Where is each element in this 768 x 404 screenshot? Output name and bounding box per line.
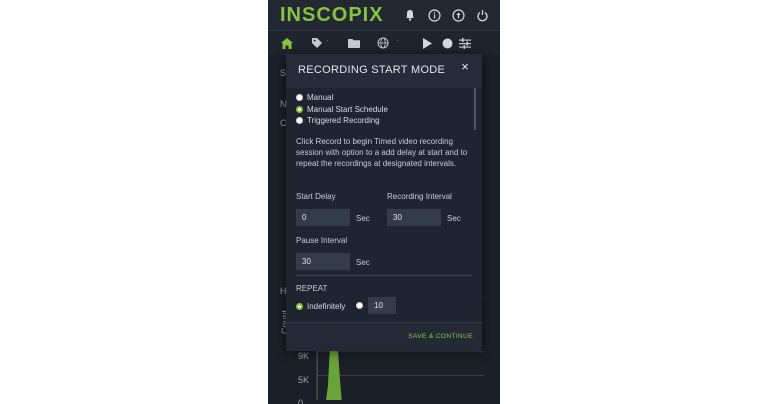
folder-icon[interactable] [347, 36, 361, 50]
pause-interval-label: Pause Interval [296, 236, 348, 245]
repeat-count-option[interactable] [356, 302, 363, 309]
radio-manual[interactable] [296, 94, 303, 101]
pause-interval-input[interactable]: 30 [296, 253, 350, 270]
dialog-header: RECORDING START MODE × [286, 54, 482, 88]
home-icon[interactable] [280, 36, 294, 50]
recording-interval-label: Recording Interval [387, 192, 452, 201]
sliders-icon[interactable] [458, 36, 472, 50]
mode-label: Triggered Recording [307, 116, 380, 125]
mode-description: Click Record to begin Timed video record… [296, 137, 468, 168]
top-bar: INSCOPIX [268, 0, 500, 30]
close-button[interactable]: × [457, 59, 473, 75]
recording-interval-input[interactable]: 30 [387, 209, 441, 226]
start-delay-input[interactable]: 0 [296, 209, 350, 226]
repeat-indefinitely-label: Indefinitely [307, 302, 346, 311]
globe-icon[interactable] [376, 36, 390, 50]
play-icon[interactable] [420, 36, 434, 50]
start-delay-label: Start Delay [296, 192, 336, 201]
radio-manual-start-schedule[interactable] [296, 106, 303, 113]
radio-repeat-count[interactable] [356, 302, 363, 309]
divider [296, 275, 472, 276]
mode-option-triggered-recording[interactable]: Triggered Recording [296, 116, 380, 125]
upload-icon[interactable] [450, 7, 466, 23]
info-icon[interactable] [426, 7, 442, 23]
pause-interval-unit: Sec [356, 258, 370, 267]
mode-option-manual-start-schedule[interactable]: Manual Start Schedule [296, 105, 388, 114]
repeat-count-input[interactable]: 10 [368, 297, 396, 314]
record-icon[interactable] [440, 36, 454, 50]
inscopix-logo: INSCOPIX [280, 4, 384, 26]
start-delay-unit: Sec [356, 214, 370, 223]
dropdown-dots: · [326, 35, 330, 46]
repeat-title: REPEAT [296, 284, 328, 293]
toolbar: · · [268, 30, 500, 55]
mode-options: Manual Manual Start Schedule Triggered R… [286, 88, 476, 130]
tag-icon[interactable] [310, 36, 324, 50]
dialog-body: Manual Manual Start Schedule Triggered R… [286, 88, 482, 322]
mode-label: Manual Start Schedule [307, 105, 388, 114]
power-icon[interactable] [474, 7, 490, 23]
dialog-title: RECORDING START MODE [298, 64, 446, 76]
dialog-footer: SAVE & CONTINUE [286, 322, 482, 351]
recording-start-mode-dialog: RECORDING START MODE × Manual Manual Sta… [286, 54, 482, 351]
save-and-continue-button[interactable]: SAVE & CONTINUE [408, 333, 473, 340]
bell-icon[interactable] [402, 7, 418, 23]
mode-option-manual[interactable]: Manual [296, 93, 333, 102]
recording-interval-unit: Sec [447, 214, 461, 223]
repeat-indefinitely-option[interactable]: Indefinitely [296, 302, 345, 311]
radio-repeat-indefinitely[interactable] [296, 303, 303, 310]
dropdown-dots: · [396, 35, 400, 46]
radio-triggered-recording[interactable] [296, 117, 303, 124]
mode-label: Manual [307, 93, 334, 102]
